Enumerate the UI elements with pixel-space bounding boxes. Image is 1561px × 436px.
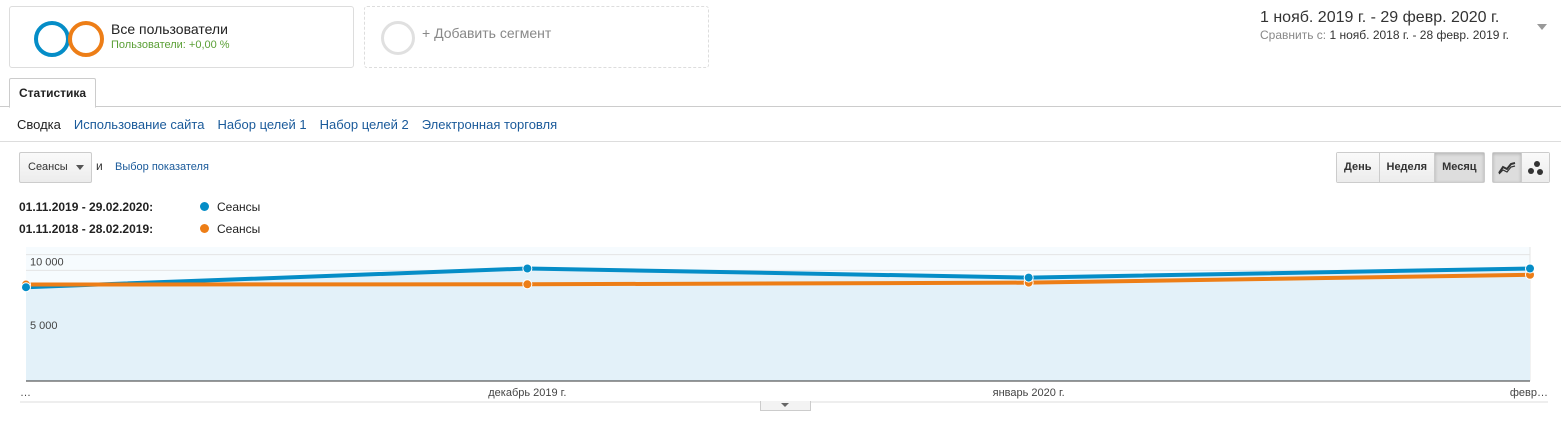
compare-prefix: Сравнить с: [1260,28,1327,42]
data-point-0 [1525,263,1535,274]
period-toggle: День Неделя Месяц [1336,152,1485,183]
chevron-down-icon [781,403,789,407]
report-tabs: Статистика [0,78,1561,108]
period-week-button[interactable]: Неделя [1379,153,1436,182]
sessions-line-chart: 10 000 5 000 … декабрь 2019 г. январь 2020 г… [20,247,1548,403]
compare-value: 1 нояб. 2018 г. - 28 февр. 2019 г. [1329,28,1509,42]
date-range-main: 1 нояб. 2019 г. - 29 февр. 2020 г. [1260,9,1500,26]
period-month-button[interactable]: Месяц [1435,153,1484,182]
legend-dot-blue [200,202,209,211]
legend-series-name: Сеансы [217,222,261,236]
add-segment-button[interactable]: + Добавить сегмент [364,6,709,68]
motion-chart-button[interactable] [1521,153,1549,182]
segment-subtitle: Пользователи: +0,00 % [111,39,230,51]
and-label: и [96,159,103,173]
chart-type-toggle [1492,152,1550,183]
dropdown-caret-icon [76,165,84,170]
segment-title: Все пользователи [111,21,228,37]
tab-statistics[interactable]: Статистика [9,78,97,108]
subnav-site-usage[interactable]: Использование сайта [74,117,205,132]
data-point-0 [522,263,533,274]
legend-range: 01.11.2018 - 28.02.2019: [19,222,154,236]
period-day-button[interactable]: День [1337,153,1380,182]
segment-card[interactable]: Все пользователи Пользователи: +0,00 % [9,6,354,68]
x-tick-label: январь 2020 г. [993,387,1065,399]
legend-series-name: Сеансы [217,200,261,214]
empty-segment-circle-icon [381,21,415,55]
chevron-down-icon [1537,24,1547,30]
expand-chart-handle[interactable] [760,401,811,411]
segment-circle-orange [68,21,104,57]
subnav-goal-set-2[interactable]: Набор целей 2 [320,117,409,132]
x-tick-label: декабрь 2019 г. [488,387,566,399]
divider [0,141,1561,142]
subnav-goal-set-1[interactable]: Набор целей 1 [217,117,306,132]
data-point-1 [522,279,533,290]
x-tick-label: … [20,387,31,399]
x-tick-label: февр… [1510,387,1548,399]
add-segment-label: + Добавить сегмент [422,25,552,41]
y-tick-label: 10 000 [30,257,64,269]
segment-circles-icon [34,21,114,57]
data-point-0 [21,282,31,293]
report-subnav: Сводка Использование сайта Набор целей 1 На… [17,116,570,132]
metric-select-value: Сеансы [28,161,68,173]
y-tick-label: 5 000 [30,320,58,332]
line-chart-icon [1497,161,1515,174]
date-range-compare: Сравнить с: 1 нояб. 2018 г. - 28 февр. 2… [1260,28,1509,42]
date-range-picker[interactable]: 1 нояб. 2019 г. - 29 февр. 2020 г. Сравн… [1258,9,1551,45]
motion-chart-icon [1528,160,1544,175]
legend-dot-orange [200,224,209,233]
legend-range: 01.11.2019 - 29.02.2020: [19,200,154,214]
subnav-ecommerce[interactable]: Электронная торговля [422,117,557,132]
data-point-0 [1023,272,1034,283]
choose-metric-link[interactable]: Выбор показателя [115,161,209,173]
metric-select[interactable]: Сеансы [19,152,92,183]
segment-circle-blue [34,21,70,57]
line-chart-button[interactable] [1493,153,1522,182]
subnav-summary[interactable]: Сводка [17,117,61,132]
